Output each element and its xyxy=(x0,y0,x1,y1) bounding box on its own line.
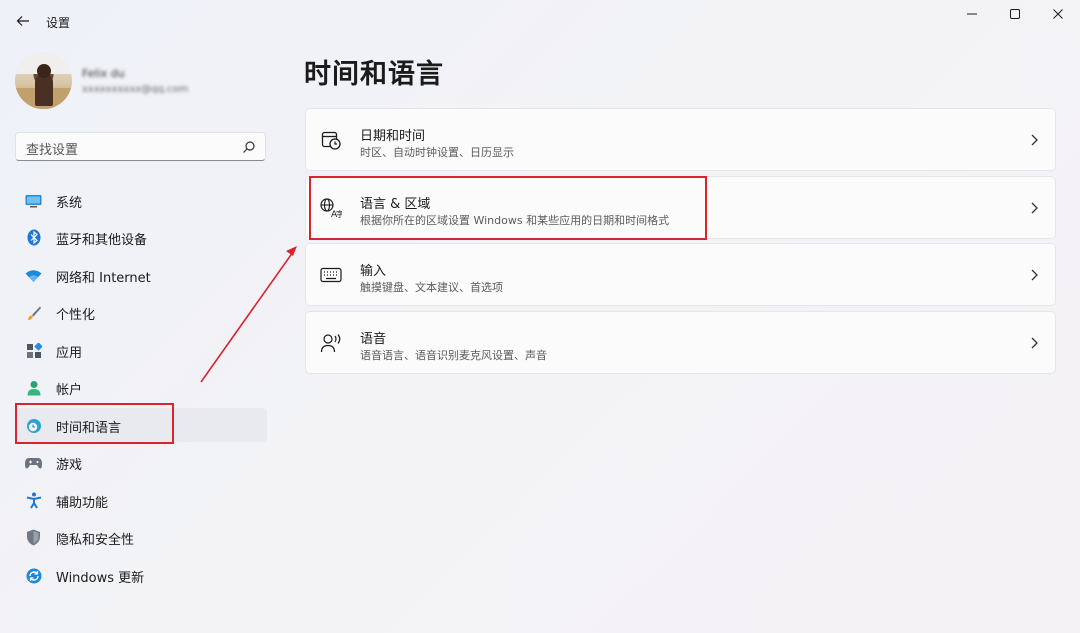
chevron-right-icon xyxy=(1031,269,1038,281)
wifi-icon xyxy=(25,267,42,284)
sidebar-item-bluetooth[interactable]: 蓝牙和其他设备 xyxy=(16,220,267,254)
minimize-icon xyxy=(967,13,977,15)
sidebar-item-label: 网络和 Internet xyxy=(56,271,151,286)
chevron-right-icon xyxy=(1031,134,1038,146)
sidebar-item-label: 系统 xyxy=(56,196,83,211)
bluetooth-icon xyxy=(25,229,42,246)
sidebar-item-label: 应用 xyxy=(56,346,83,361)
maximize-button[interactable] xyxy=(1001,4,1029,24)
card-title: 日期和时间 xyxy=(360,129,426,144)
user-name: Felix du xyxy=(82,67,125,80)
page-title: 时间和语言 xyxy=(304,59,444,90)
search-placeholder: 查找设置 xyxy=(26,143,79,158)
shield-icon xyxy=(25,529,42,546)
sidebar-item-apps[interactable]: 应用 xyxy=(16,333,267,367)
close-icon xyxy=(1053,9,1063,19)
accessibility-icon xyxy=(25,492,42,509)
card-title: 输入 xyxy=(360,264,387,279)
search-icon xyxy=(243,141,255,153)
apps-icon xyxy=(25,342,42,359)
sidebar-item-accounts[interactable]: 帐户 xyxy=(16,370,267,404)
card-description: 触摸键盘、文本建议、首选项 xyxy=(360,281,503,294)
card-title: 语音 xyxy=(360,332,387,347)
keyboard-icon xyxy=(320,264,342,286)
close-button[interactable] xyxy=(1044,4,1072,24)
sidebar-item-label: 辅助功能 xyxy=(56,496,109,511)
sidebar-item-label: 个性化 xyxy=(56,308,96,323)
maximize-icon xyxy=(1010,9,1020,19)
card-input[interactable]: 输入 触摸键盘、文本建议、首选项 xyxy=(305,243,1056,306)
monitor-icon xyxy=(25,192,42,209)
search-input[interactable]: 查找设置 xyxy=(15,132,266,161)
minimize-button[interactable] xyxy=(958,4,986,24)
card-description: 语音语言、语音识别麦克风设置、声音 xyxy=(360,349,547,362)
back-arrow-icon xyxy=(16,16,29,26)
sidebar-item-label: 游戏 xyxy=(56,458,83,473)
sidebar-item-label: Windows 更新 xyxy=(56,571,145,586)
sidebar-item-system[interactable]: 系统 xyxy=(16,183,267,217)
sidebar-item-network[interactable]: 网络和 Internet xyxy=(16,258,267,292)
avatar[interactable] xyxy=(15,52,72,109)
highlight-box-sidebar xyxy=(15,403,174,444)
card-date-time[interactable]: 日期和时间 时区、自动时钟设置、日历显示 xyxy=(305,108,1056,171)
sidebar-item-label: 隐私和安全性 xyxy=(56,533,135,548)
sidebar-item-windows-update[interactable]: Windows 更新 xyxy=(16,558,267,592)
card-description: 时区、自动时钟设置、日历显示 xyxy=(360,146,514,159)
app-title: 设置 xyxy=(46,16,71,30)
update-icon xyxy=(25,567,42,584)
brush-icon xyxy=(25,304,42,321)
calendar-clock-icon xyxy=(320,129,342,151)
sidebar-item-label: 蓝牙和其他设备 xyxy=(56,233,148,248)
highlight-box-card xyxy=(309,176,707,240)
sidebar-item-accessibility[interactable]: 辅助功能 xyxy=(16,483,267,517)
chevron-right-icon xyxy=(1031,337,1038,349)
title-bar: 设置 xyxy=(0,0,1080,40)
gamepad-icon xyxy=(25,454,42,471)
card-speech[interactable]: 语音 语音语言、语音识别麦克风设置、声音 xyxy=(305,311,1056,374)
sidebar-item-personalization[interactable]: 个性化 xyxy=(16,295,267,329)
person-icon xyxy=(25,379,42,396)
sidebar-item-privacy[interactable]: 隐私和安全性 xyxy=(16,520,267,554)
user-email: xxxxxxxxxx@qq.com xyxy=(82,84,189,95)
chevron-right-icon xyxy=(1031,202,1038,214)
sidebar-item-label: 帐户 xyxy=(56,383,83,398)
back-button[interactable] xyxy=(10,8,36,34)
speech-icon xyxy=(320,332,342,354)
sidebar-item-gaming[interactable]: 游戏 xyxy=(16,445,267,479)
